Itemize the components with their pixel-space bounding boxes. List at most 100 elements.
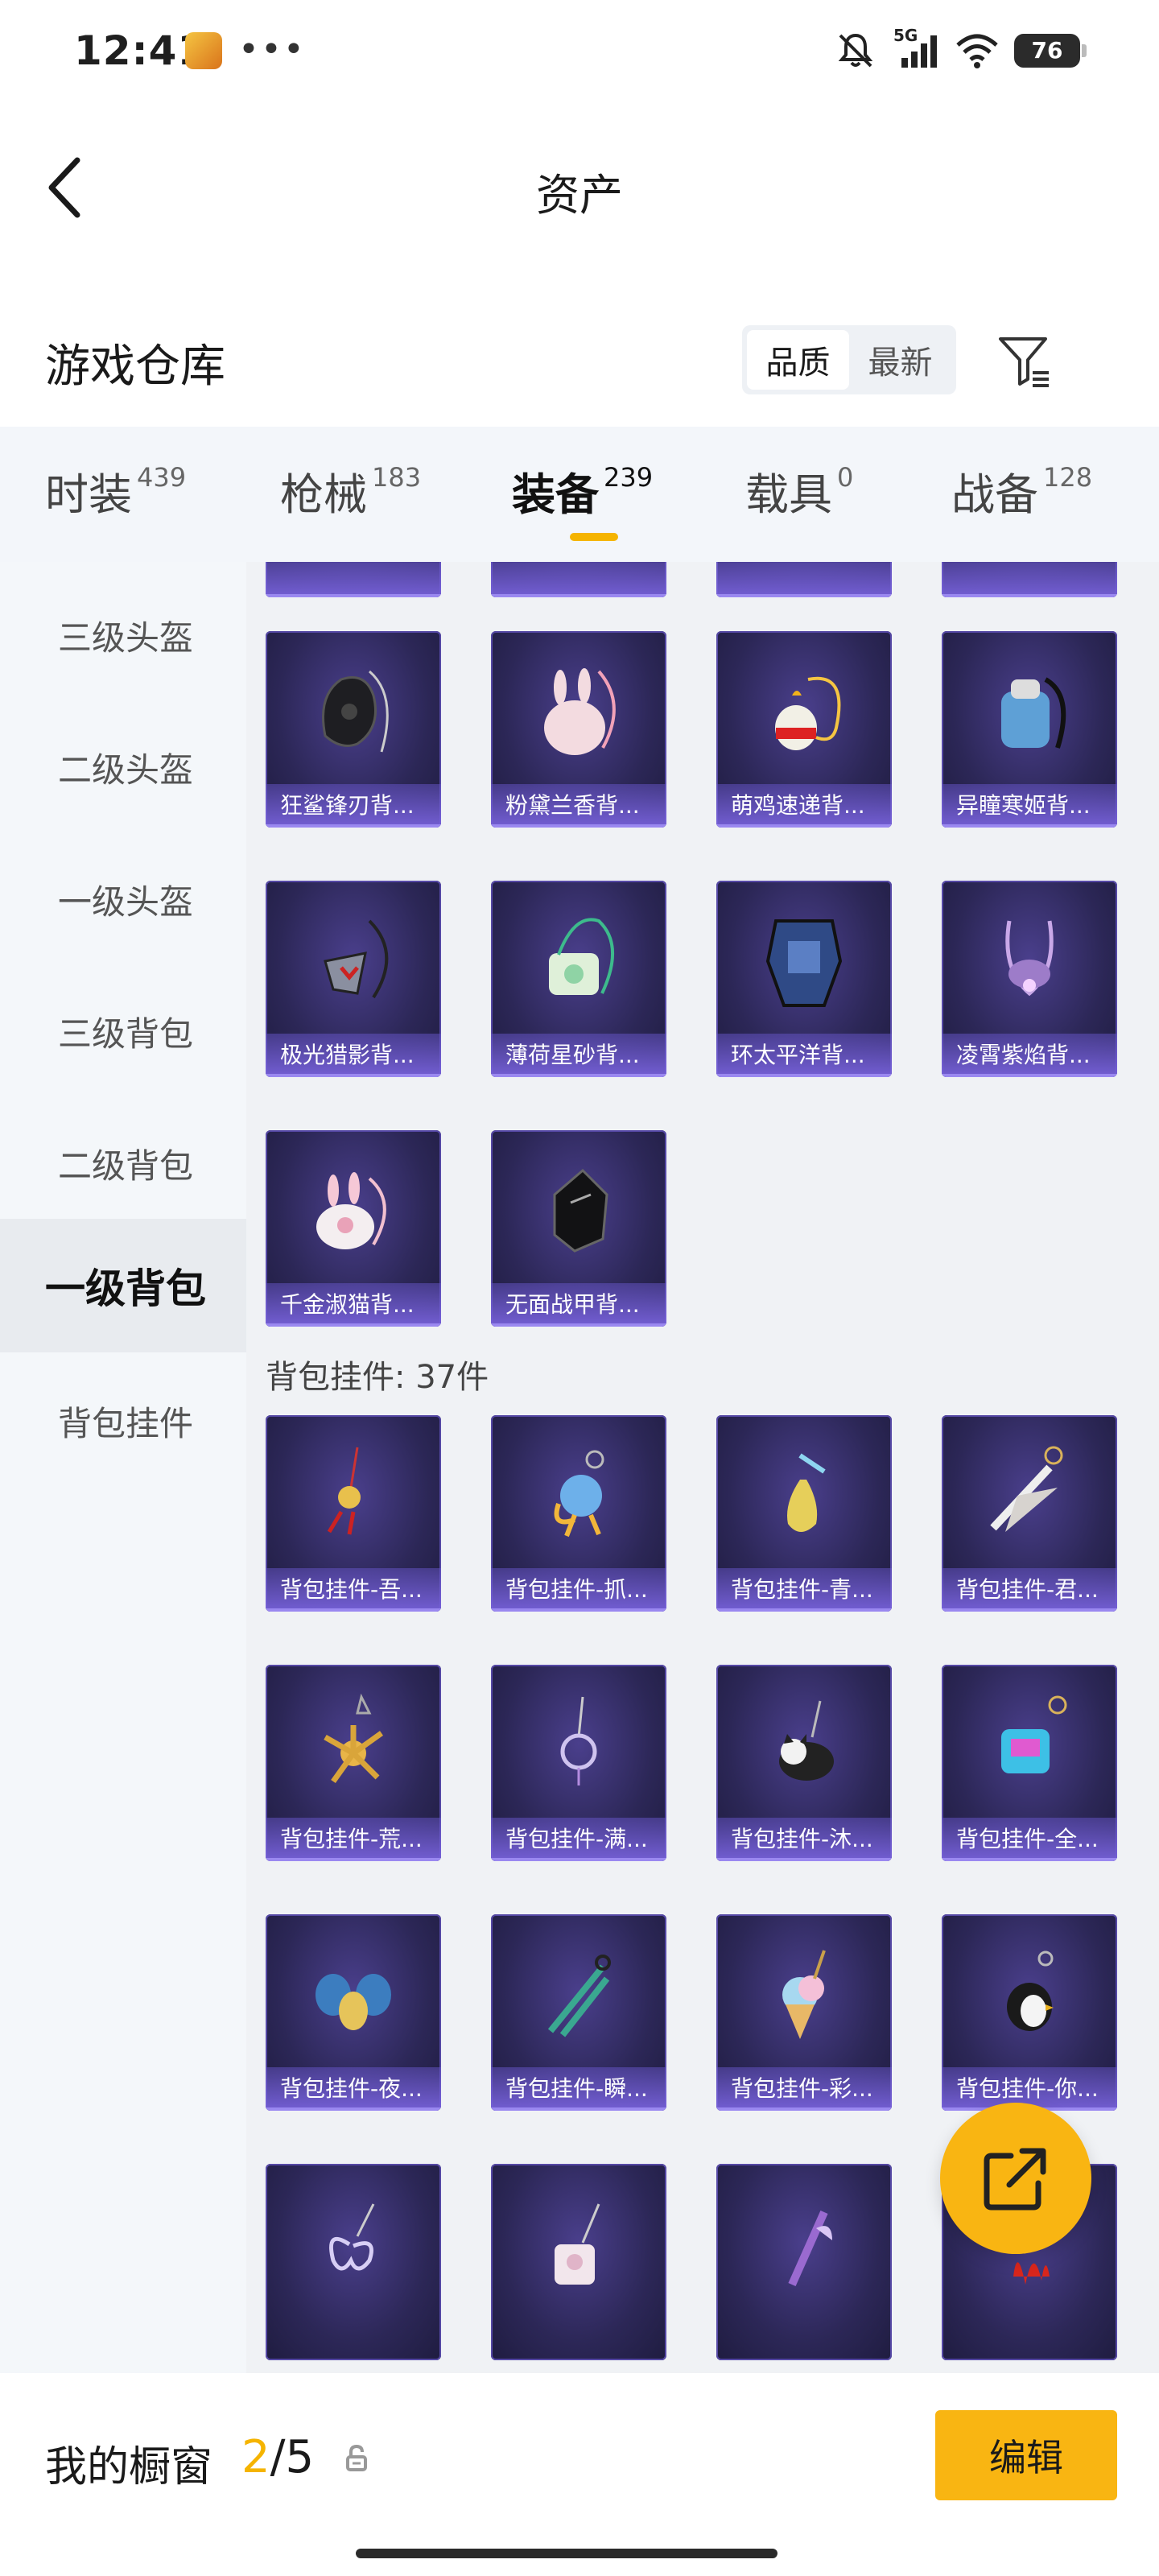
- wifi-icon: [956, 34, 998, 68]
- tab-label: 战备: [951, 469, 1038, 520]
- showcase-label: 我的橱窗: [45, 2443, 213, 2491]
- item-card[interactable]: 薄荷星砂背...: [491, 881, 666, 1077]
- share-fab-button[interactable]: [940, 2103, 1091, 2254]
- shark-backpack-icon: [266, 631, 441, 784]
- lock-icon: [346, 2444, 367, 2471]
- item-name: 萌鸡速递背...: [716, 784, 892, 828]
- sidebar-item-level1-helmet[interactable]: 一级头盔: [0, 832, 246, 966]
- item-name: 背包挂件-全...: [942, 1818, 1117, 1861]
- item-card[interactable]: 极光猎影背...: [266, 881, 441, 1077]
- item-card[interactable]: 背包挂件-君...: [942, 1415, 1117, 1612]
- showcase-current: 2: [241, 2431, 270, 2483]
- item-name: [942, 562, 1117, 597]
- beetle-pendant-icon: [266, 1914, 441, 2067]
- filter-icon: [999, 337, 1049, 387]
- item-card[interactable]: [716, 562, 892, 597]
- item-card[interactable]: 凌霄紫焰背...: [942, 881, 1117, 1077]
- showcase-separator: /: [270, 2431, 286, 2483]
- warehouse-bar: 游戏仓库 品质 最新: [0, 296, 1159, 427]
- active-tab-indicator: [570, 533, 618, 541]
- status-indicators: 5G 76: [835, 26, 1087, 71]
- item-card[interactable]: 背包挂件-抓...: [491, 1415, 666, 1612]
- item-card[interactable]: 背包挂件-荒...: [266, 1665, 441, 1861]
- item-card[interactable]: 背包挂件-满...: [491, 1665, 666, 1861]
- item-name: 背包挂件-君...: [942, 1568, 1117, 1612]
- item-name: 异瞳寒姬背...: [942, 784, 1117, 828]
- octopus-pendant-icon: [491, 1415, 666, 1568]
- item-card[interactable]: 无面战甲背...: [491, 1130, 666, 1327]
- edit-button[interactable]: 编辑: [935, 2410, 1117, 2500]
- item-card[interactable]: 背包挂件-你...: [942, 1914, 1117, 2111]
- mint-backpack-icon: [491, 881, 666, 1034]
- item-name: 背包挂件-荒...: [266, 1818, 441, 1861]
- home-indicator[interactable]: [356, 2549, 777, 2558]
- item-card[interactable]: 环太平洋背...: [716, 881, 892, 1077]
- item-card[interactable]: [942, 562, 1117, 597]
- pouch-pendant-icon: [491, 2164, 666, 2317]
- sidebar-item-backpack-pendants[interactable]: 背包挂件: [0, 1354, 246, 1488]
- tab-count: 0: [837, 462, 854, 493]
- item-name: 背包挂件-抓...: [491, 1568, 666, 1612]
- sidebar-item-level3-backpack[interactable]: 三级背包: [0, 964, 246, 1098]
- tab-label: 时装: [45, 469, 132, 520]
- filter-button[interactable]: [988, 325, 1061, 398]
- sort-by-newest-button[interactable]: 最新: [849, 330, 951, 390]
- warehouse-title: 游戏仓库: [45, 341, 225, 393]
- scissors-pendant-icon: [491, 1914, 666, 2067]
- fan-pendant-icon: [716, 2164, 892, 2317]
- item-name: [491, 562, 666, 597]
- item-card[interactable]: 千金淑猫背...: [266, 1130, 441, 1327]
- sidebar-item-level2-helmet[interactable]: 二级头盔: [0, 700, 246, 834]
- tab-count: 239: [604, 462, 654, 493]
- share-icon: [984, 2148, 1046, 2211]
- item-name: 背包挂件-彩...: [716, 2067, 892, 2111]
- tab-fashion[interactable]: 时装 439: [45, 459, 186, 522]
- sidebar: 三级头盔 二级头盔 一级头盔 三级背包 二级背包 一级背包 背包挂件: [0, 562, 246, 2373]
- app-notification-icon: [185, 32, 222, 69]
- item-name: [266, 562, 441, 597]
- sidebar-item-level2-backpack[interactable]: 二级背包: [0, 1096, 246, 1230]
- item-card[interactable]: 背包挂件-瞬...: [491, 1914, 666, 2111]
- sort-toggle: 品质 最新: [742, 325, 956, 394]
- battery-indicator: 76: [1014, 34, 1087, 68]
- network-type: 5G: [893, 26, 918, 45]
- item-name: 凌霄紫焰背...: [942, 1034, 1117, 1077]
- item-card[interactable]: 背包挂件-沐...: [716, 1665, 892, 1861]
- item-card[interactable]: [716, 2164, 892, 2360]
- showcase-bar: 我的橱窗 2/5 编辑: [0, 2373, 1159, 2576]
- pear-pendant-icon: [716, 1415, 892, 1568]
- item-card[interactable]: [491, 562, 666, 597]
- sidebar-item-level3-helmet[interactable]: 三级头盔: [0, 568, 246, 702]
- tab-guns[interactable]: 枪械 183: [280, 459, 421, 522]
- item-name: 背包挂件-沐...: [716, 1818, 892, 1861]
- nav-header: 资产: [0, 103, 1159, 280]
- item-name: 背包挂件-吾...: [266, 1568, 441, 1612]
- item-card[interactable]: [266, 2164, 441, 2360]
- item-name: 环太平洋背...: [716, 1034, 892, 1077]
- chick-backpack-icon: [716, 631, 892, 784]
- item-card[interactable]: 背包挂件-夜...: [266, 1914, 441, 2111]
- tab-count: 439: [137, 462, 187, 493]
- sidebar-item-level1-backpack[interactable]: 一级背包: [0, 1219, 246, 1352]
- item-name: 背包挂件-瞬...: [491, 2067, 666, 2111]
- tab-gear[interactable]: 战备 128: [951, 459, 1092, 522]
- mute-icon: [838, 33, 873, 68]
- tab-vehicles[interactable]: 载具 0: [745, 459, 853, 522]
- item-card[interactable]: [266, 562, 441, 597]
- item-card[interactable]: [491, 2164, 666, 2360]
- item-card[interactable]: 萌鸡速递背...: [716, 631, 892, 828]
- item-card[interactable]: 背包挂件-青...: [716, 1415, 892, 1612]
- sort-by-quality-button[interactable]: 品质: [747, 330, 849, 390]
- tab-equipment[interactable]: 装备 239: [512, 459, 653, 522]
- item-name: 背包挂件-青...: [716, 1568, 892, 1612]
- item-card[interactable]: 背包挂件-吾...: [266, 1415, 441, 1612]
- item-card[interactable]: 粉黛兰香背...: [491, 631, 666, 828]
- item-card[interactable]: 背包挂件-彩...: [716, 1914, 892, 2111]
- item-card[interactable]: 异瞳寒姬背...: [942, 631, 1117, 828]
- penguin-pendant-icon: [942, 1914, 1117, 2067]
- more-notifications-icon: •••: [238, 29, 306, 70]
- blue-backpack-icon: [942, 631, 1117, 784]
- item-card[interactable]: 狂鲨锋刃背...: [266, 631, 441, 828]
- item-card[interactable]: 背包挂件-全...: [942, 1665, 1117, 1861]
- sun-pendant-icon: [266, 1665, 441, 1818]
